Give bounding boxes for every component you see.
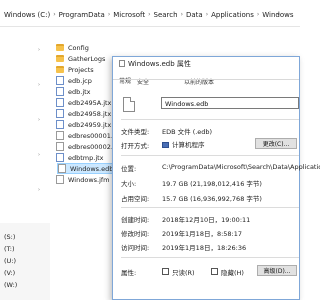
file-icon	[56, 87, 64, 96]
breadcrumb-item[interactable]: Microsoft	[113, 11, 145, 19]
list-item[interactable]: Config	[56, 42, 89, 53]
list-item[interactable]: edb24958.jtx	[56, 108, 111, 119]
chevron-right-icon[interactable]: ›	[38, 82, 40, 88]
chevron-right-icon: ›	[256, 11, 260, 18]
open-with-value: 计算机程序	[162, 139, 205, 149]
chevron-right-icon[interactable]: ›	[38, 152, 40, 158]
divider	[121, 257, 299, 258]
created-label: 创建时间:	[121, 216, 150, 224]
created-value: 2018年12月10日，19:00:11	[162, 216, 251, 224]
file-type-value: EDB 文件 (.edb)	[162, 128, 213, 136]
file-icon	[56, 98, 64, 107]
nav-drive-u[interactable]: (U:)	[4, 257, 16, 265]
accessed-value: 2019年1月18日，18:26:36	[162, 244, 247, 252]
change-button[interactable]: 更改(C)...	[255, 138, 297, 149]
divider	[121, 119, 299, 120]
folder-icon	[56, 66, 64, 73]
nav-drive-v[interactable]: (V:)	[4, 269, 15, 277]
readonly-checkbox[interactable]	[162, 268, 169, 275]
file-name: edb.jtx	[68, 87, 91, 96]
file-type-label: 文件类型:	[121, 128, 150, 136]
navigation-pane: › › › › › (S:) (T:) (U:) (V:) (W:)	[0, 27, 50, 300]
size-value: 19.7 GB (21,198,012,416 字节)	[162, 180, 262, 188]
nav-drive-t[interactable]: (T:)	[4, 245, 15, 253]
file-icon	[123, 97, 135, 112]
breadcrumb-item[interactable]: Applications	[211, 11, 254, 19]
chevron-right-icon: ›	[107, 11, 111, 18]
list-item-selected[interactable]: Windows.edb	[57, 163, 113, 174]
file-icon	[58, 164, 66, 173]
file-icon	[56, 175, 64, 184]
properties-dialog: Windows.edb 属性 常规 安全 以前的版本 Windows.edb 文…	[112, 56, 320, 300]
open-with-app: 计算机程序	[172, 141, 205, 149]
readonly-label: 只读(R)	[172, 269, 195, 277]
file-name: edb24958.jtx	[68, 109, 112, 118]
breadcrumb-item[interactable]: ProgramData	[59, 11, 105, 19]
chevron-right-icon: ›	[205, 11, 209, 18]
list-item[interactable]: edb24959.jtx	[56, 119, 111, 130]
file-icon	[119, 60, 125, 67]
file-icon	[56, 76, 64, 85]
folder-icon	[56, 55, 64, 62]
modified-label: 修改时间:	[121, 230, 150, 238]
list-item[interactable]: Windows.jfm	[56, 174, 110, 185]
breadcrumb-item[interactable]: Data	[186, 11, 203, 19]
dialog-titlebar[interactable]: Windows.edb 属性	[113, 57, 299, 69]
modified-value: 2019年1月18日，8:58:17	[162, 230, 243, 238]
folder-icon	[56, 44, 64, 51]
nav-drive-s[interactable]: (S:)	[4, 233, 15, 241]
file-icon	[56, 109, 64, 118]
file-icon	[56, 120, 64, 129]
list-item[interactable]: GatherLogs	[56, 53, 105, 64]
accessed-label: 访问时间:	[121, 244, 150, 252]
divider	[121, 155, 299, 156]
dialog-title: Windows.edb 属性	[128, 60, 191, 68]
advanced-button[interactable]: 高级(D)...	[257, 265, 297, 276]
file-name: edb.jcp	[68, 76, 92, 85]
file-name: edb24959.jtx	[68, 120, 112, 129]
divider	[121, 207, 299, 208]
chevron-right-icon: ›	[53, 11, 56, 18]
list-item[interactable]: Projects	[56, 64, 94, 75]
list-item[interactable]: edb.jtx	[56, 86, 91, 97]
list-item[interactable]: edb2495A.jtx	[56, 97, 111, 108]
file-name: edbtmp.jtx	[68, 153, 104, 162]
chevron-down-icon[interactable]: ⌄	[276, 10, 281, 17]
file-name: Windows.edb	[70, 164, 114, 173]
chevron-right-icon[interactable]: ›	[38, 47, 40, 53]
open-with-label: 打开方式:	[121, 142, 150, 150]
file-name: Config	[68, 43, 89, 52]
chevron-right-icon[interactable]: ›	[38, 117, 40, 123]
file-icon	[56, 153, 64, 162]
hidden-label: 隐藏(H)	[221, 269, 244, 277]
chevron-right-icon: ›	[180, 11, 183, 18]
application-icon	[162, 142, 169, 148]
tab-divider	[113, 79, 299, 80]
list-item[interactable]: edb.jcp	[56, 75, 92, 86]
file-name: GatherLogs	[68, 54, 106, 63]
size-label: 大小:	[121, 180, 137, 188]
file-name: Windows.jfm	[68, 175, 110, 184]
hidden-checkbox[interactable]	[211, 268, 218, 275]
address-bar[interactable]: Windows (C:) › ProgramData › Microsoft › Se…	[0, 0, 300, 27]
location-value: C:\ProgramData\Microsoft\Search\Data\App…	[162, 163, 320, 171]
nav-drive-list: (S:) (T:) (U:) (V:) (W:)	[0, 223, 50, 300]
location-label: 位置:	[121, 165, 137, 173]
breadcrumb[interactable]: Windows (C:) › ProgramData › Microsoft › Se…	[4, 9, 294, 20]
size-on-disk-label: 占用空间:	[121, 195, 150, 203]
file-name: Projects	[68, 65, 94, 74]
file-name: edb2495A.jtx	[68, 98, 112, 107]
breadcrumb-item[interactable]: Search	[154, 11, 178, 19]
size-on-disk-value: 15.7 GB (16,936,992,768 字节)	[162, 195, 262, 203]
attributes-label: 属性:	[121, 269, 137, 277]
filename-input[interactable]: Windows.edb	[161, 97, 299, 109]
chevron-right-icon: ›	[148, 11, 151, 18]
list-item[interactable]: edbtmp.jtx	[56, 152, 104, 163]
file-icon	[56, 142, 64, 151]
nav-drive-w[interactable]: (W:)	[4, 281, 17, 289]
tab-general[interactable]: 常规	[119, 76, 131, 85]
chevron-right-icon[interactable]: ›	[38, 187, 40, 193]
breadcrumb-item[interactable]: Windows (C:)	[4, 11, 50, 19]
file-icon	[56, 131, 64, 140]
